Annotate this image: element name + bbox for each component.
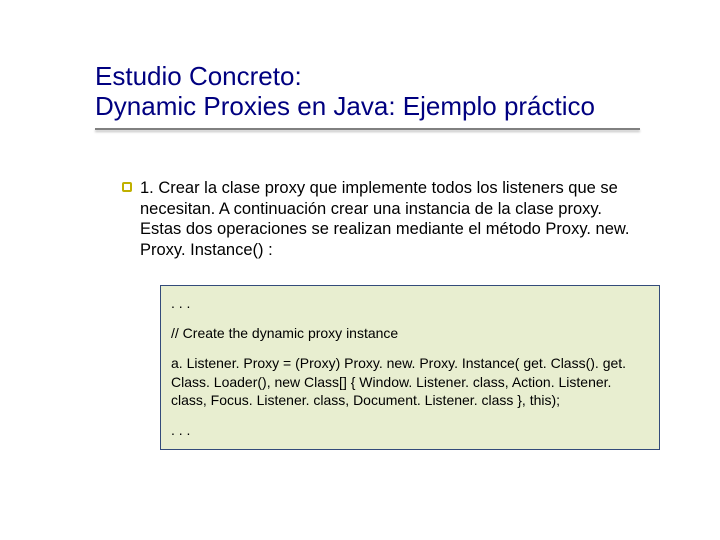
code-box: . . . // Create the dynamic proxy instan… xyxy=(160,285,660,450)
code-line-4: . . . xyxy=(171,421,649,439)
slide: Estudio Concreto: Dynamic Proxies en Jav… xyxy=(0,0,720,540)
body-paragraph-1: 1. Crear la clase proxy que implemente t… xyxy=(140,178,640,261)
code-line-1: . . . xyxy=(171,294,649,312)
title-block: Estudio Concreto: Dynamic Proxies en Jav… xyxy=(95,62,655,130)
title-line-1: Estudio Concreto: xyxy=(95,62,655,92)
title-underline xyxy=(95,128,640,130)
title-line-2: Dynamic Proxies en Java: Ejemplo práctic… xyxy=(95,92,655,122)
code-line-2: // Create the dynamic proxy instance xyxy=(171,324,649,342)
bullet-icon xyxy=(122,182,132,192)
code-line-3: a. Listener. Proxy = (Proxy) Proxy. new.… xyxy=(171,354,649,409)
